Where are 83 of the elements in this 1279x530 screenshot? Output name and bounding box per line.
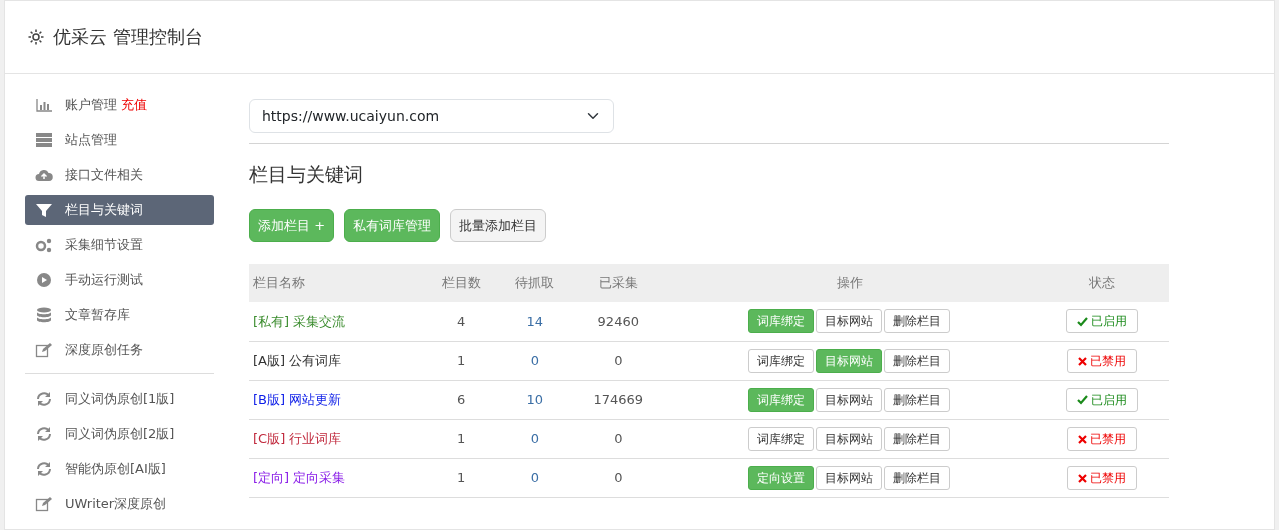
item-label: 站点管理 bbox=[65, 131, 117, 150]
table-cell: 0 bbox=[571, 419, 665, 458]
table-cell: 1 bbox=[424, 458, 498, 497]
table-cell: 1 bbox=[424, 419, 498, 458]
category-name[interactable]: [私有] 采集交流 bbox=[253, 313, 346, 329]
item-label: 文章暂存库 bbox=[65, 306, 130, 325]
status-button[interactable]: 已启用 bbox=[1066, 387, 1139, 412]
table-cell: 0 bbox=[571, 341, 665, 380]
status-button[interactable]: 已启用 bbox=[1066, 309, 1139, 334]
sidebar-item[interactable]: 同义词伪原创[1版] bbox=[25, 384, 214, 414]
column-header: 栏目数 bbox=[424, 264, 498, 302]
refresh-icon bbox=[35, 461, 53, 477]
sidebar-item[interactable]: 采集细节设置 bbox=[25, 230, 214, 260]
category-name[interactable]: [A版] 公有词库 bbox=[253, 352, 342, 368]
row-action-button[interactable]: 删除栏目 bbox=[884, 465, 951, 490]
table-cell: 10 bbox=[497, 380, 572, 419]
database-icon bbox=[35, 307, 53, 323]
edit-icon bbox=[35, 342, 53, 358]
column-header: 操作 bbox=[664, 264, 1036, 302]
sidebar-item[interactable]: 手动运行测试 bbox=[25, 265, 214, 295]
sidebar-item[interactable]: 站点管理 bbox=[25, 125, 214, 155]
table-cell: 0 bbox=[497, 458, 572, 497]
table-cell: 0 bbox=[497, 341, 572, 380]
item-label: UWriter深度原创 bbox=[65, 495, 167, 514]
row-action-button[interactable]: 删除栏目 bbox=[884, 426, 951, 451]
category-name[interactable]: [C版] 行业词库 bbox=[253, 430, 342, 446]
item-label: 接口文件相关 bbox=[65, 166, 143, 185]
row-action-button[interactable]: 删除栏目 bbox=[884, 309, 951, 334]
table-cell: 6 bbox=[424, 380, 498, 419]
status-button[interactable]: 已禁用 bbox=[1067, 348, 1138, 373]
row-action-button[interactable]: 目标网站 bbox=[816, 387, 883, 412]
sidebar-item[interactable]: 接口文件相关 bbox=[25, 160, 214, 190]
row-action-button[interactable]: 目标网站 bbox=[816, 309, 883, 334]
category-name[interactable]: [定向] 定向采集 bbox=[253, 469, 346, 485]
sidebar-item[interactable]: 深度原创任务 bbox=[25, 335, 214, 365]
row-action-button[interactable]: 删除栏目 bbox=[884, 348, 951, 373]
item-label: 栏目与关键词 bbox=[65, 201, 143, 220]
table-cell: 0 bbox=[497, 419, 572, 458]
item-label: 同义词伪原创[1版] bbox=[65, 390, 175, 409]
item-label: 手动运行测试 bbox=[65, 271, 143, 290]
settings-icon bbox=[27, 28, 45, 46]
filter-icon bbox=[35, 202, 53, 218]
row-action-button[interactable]: 词库绑定 bbox=[748, 348, 815, 373]
category-name[interactable]: [B版] 网站更新 bbox=[253, 391, 342, 407]
column-header: 已采集 bbox=[571, 264, 665, 302]
edit-icon bbox=[35, 496, 53, 512]
row-action-button[interactable]: 词库绑定 bbox=[748, 426, 815, 451]
sidebar-item[interactable]: UWriter深度原创 bbox=[25, 489, 214, 519]
table-cell: 4 bbox=[424, 302, 498, 341]
column-header: 状态 bbox=[1035, 264, 1169, 302]
status-button[interactable]: 已禁用 bbox=[1067, 465, 1138, 490]
table-cell: 14 bbox=[497, 302, 572, 341]
table-cell: 92460 bbox=[571, 302, 665, 341]
item-label: 深度原创任务 bbox=[65, 341, 143, 360]
app-title: 优采云 管理控制台 bbox=[53, 26, 203, 48]
action-button[interactable]: 批量添加栏目 bbox=[450, 208, 547, 242]
row-action-button[interactable]: 目标网站 bbox=[816, 465, 883, 490]
item-label: 同义词伪原创[2版] bbox=[65, 425, 175, 444]
sidebar-item[interactable]: 栏目与关键词 bbox=[25, 195, 214, 225]
table-cell: 0 bbox=[571, 458, 665, 497]
sidebar-item[interactable]: 文章暂存库 bbox=[25, 300, 214, 330]
cloud-upload-icon bbox=[35, 167, 53, 183]
row-action-button[interactable]: 删除栏目 bbox=[884, 387, 951, 412]
sidebar-item[interactable]: 账户管理 充值 bbox=[25, 90, 214, 120]
refresh-icon bbox=[35, 391, 53, 407]
site-select[interactable]: https://www.ucaiyun.com bbox=[249, 99, 614, 133]
recharge-link[interactable]: 充值 bbox=[121, 95, 147, 115]
column-header: 待抓取 bbox=[497, 264, 572, 302]
sidebar-item[interactable]: 智能伪原创[AI版] bbox=[25, 454, 214, 484]
status-button[interactable]: 已禁用 bbox=[1067, 426, 1138, 451]
row-action-button[interactable]: 目标网站 bbox=[816, 426, 883, 451]
refresh-icon bbox=[35, 426, 53, 442]
sidebar-item[interactable]: 同义词伪原创[2版] bbox=[25, 419, 214, 449]
play-icon bbox=[35, 272, 53, 288]
table-cell: 174669 bbox=[571, 380, 665, 419]
bar-chart-icon bbox=[35, 97, 53, 113]
column-header: 栏目名称 bbox=[249, 264, 425, 302]
section-heading: 栏目与关键词 bbox=[249, 162, 364, 187]
item-label: 采集细节设置 bbox=[65, 236, 143, 255]
server-icon bbox=[35, 132, 53, 148]
item-label: 账户管理 bbox=[65, 96, 117, 115]
table-cell: 1 bbox=[424, 341, 498, 380]
item-label: 智能伪原创[AI版] bbox=[65, 460, 166, 479]
